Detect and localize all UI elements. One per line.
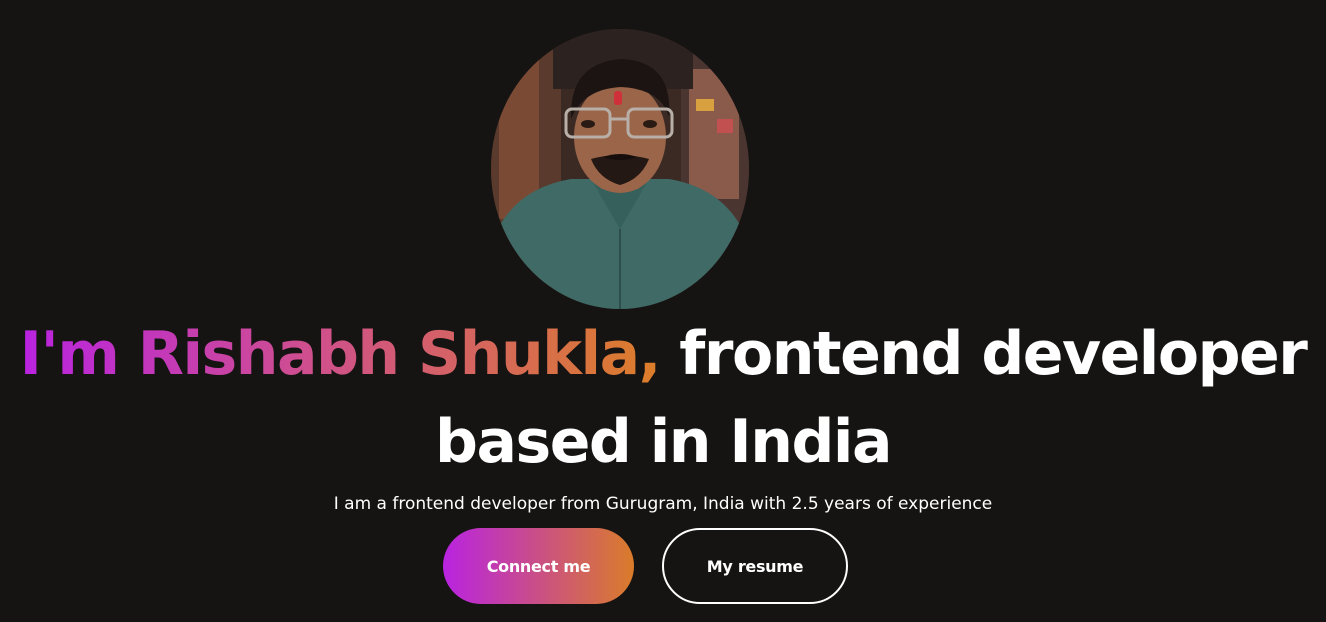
resume-button-label: My resume xyxy=(706,556,804,576)
hero-section: I'm Rishabh Shukla, frontend developer b… xyxy=(0,0,1326,622)
connect-button-label: Connect me xyxy=(486,556,591,576)
resume-button[interactable]: My resume xyxy=(662,528,848,604)
connect-button[interactable]: Connect me xyxy=(443,528,634,604)
profile-avatar xyxy=(491,29,749,309)
headline-name: I'm Rishabh Shukla, xyxy=(19,319,662,389)
headline-line-1: I'm Rishabh Shukla, frontend developer xyxy=(0,324,1326,384)
hero-tagline: I am a frontend developer from Gurugram,… xyxy=(333,494,993,514)
headline-role: frontend developer xyxy=(679,319,1308,389)
avatar-photo xyxy=(491,29,749,309)
headline-line-2: based in India xyxy=(435,407,892,477)
